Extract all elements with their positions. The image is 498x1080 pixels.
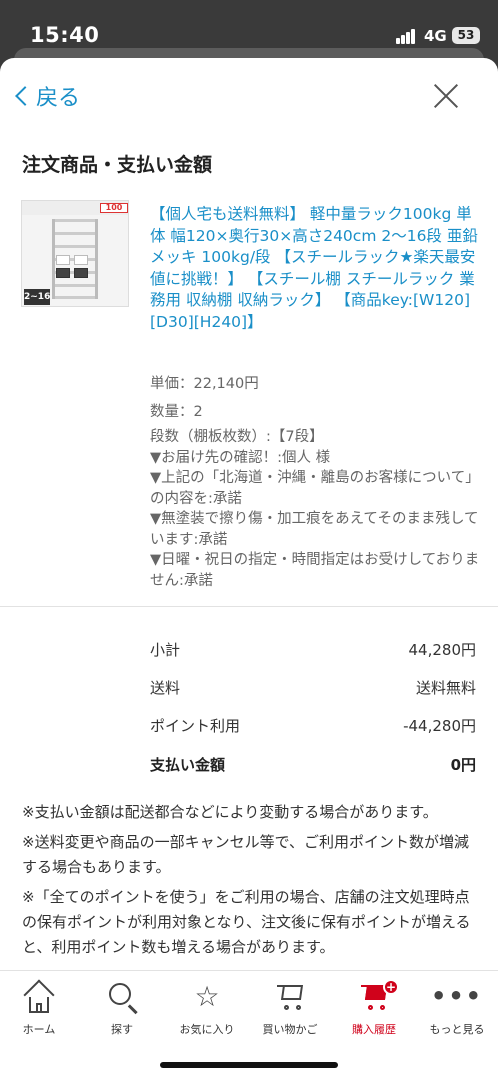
option-line: ▼お届け先の確認！:個人 様 — [150, 449, 331, 466]
search-icon — [109, 983, 131, 1005]
section-title: 注文商品・支払い金額 — [22, 154, 213, 176]
summary-label: ポイント利用 — [150, 717, 241, 735]
tab-label: 買い物かご — [262, 1023, 318, 1036]
tab-home[interactable]: ホーム — [8, 979, 70, 1037]
summary-row-total: 支払い金額 0円 — [150, 754, 476, 776]
order-detail-sheet: 戻る 注文商品・支払い金額 100 2~16段 【個人宅も送料無料】 軽中量ラッ… — [0, 58, 498, 1080]
note-text: ※「全てのポイントを使う」をご利用の場合、店舗の注文処理時点の保有ポイントが利用… — [22, 888, 471, 956]
more-icon: ••• — [430, 982, 484, 1010]
product-thumbnail[interactable]: 100 2~16段 — [21, 200, 129, 307]
product-title-link[interactable]: 【個人宅も送料無料】 軽中量ラック100kg 単体 幅120×奥行30×高さ24… — [150, 204, 480, 333]
summary-row-shipping: 送料 送料無料 — [150, 677, 476, 699]
summary-label: 支払い金額 — [150, 756, 226, 774]
status-time: 15:40 — [30, 23, 100, 47]
tab-purchase-history[interactable]: + 購入履歴 — [343, 979, 405, 1037]
tab-more[interactable]: ••• もっと見る — [426, 981, 488, 1037]
unit-price: 単価：22,140円 — [150, 376, 259, 392]
tab-label: 購入履歴 — [352, 1023, 396, 1036]
quantity: 数量：2 — [150, 404, 203, 420]
battery-icon: 53 — [452, 27, 480, 44]
divider — [0, 606, 498, 607]
summary-row-points: ポイント利用 -44,280円 — [150, 715, 476, 737]
product-details: 単価：22,140円 数量：2 段数（棚板枚数）:【7段】 ▼お届け先の確認！:… — [150, 374, 480, 591]
notes: ※支払い金額は配送都合などにより変動する場合があります。 ※送料変更や商品の一部… — [22, 800, 478, 965]
note-text: ※送料変更や商品の一部キャンセル等で、ご利用ポイント数が増減する場合もあります。 — [22, 833, 469, 876]
tab-label: お気に入り — [179, 1023, 235, 1036]
tab-search[interactable]: 探す — [91, 981, 153, 1037]
signal-icon — [396, 28, 416, 44]
back-button[interactable]: 戻る — [12, 80, 80, 112]
option-line: 段数（棚板枚数）:【7段】 — [150, 429, 324, 445]
star-icon: ☆ — [194, 980, 220, 1013]
option-line: ▼上記の「北海道・沖縄・離島のお客様について」の内容を:承諾 — [150, 470, 480, 507]
tab-favorites[interactable]: ☆ お気に入り — [176, 981, 238, 1037]
back-label: 戻る — [36, 86, 81, 111]
tab-label: ホーム — [22, 1023, 56, 1036]
tab-label: もっと見る — [429, 1023, 485, 1036]
option-line: ▼無塗装で擦り傷・加工痕をあえてそのまま残しています:承諾 — [150, 511, 479, 548]
summary-row-subtotal: 小計 44,280円 — [150, 639, 476, 661]
summary-label: 小計 — [150, 641, 181, 659]
home-icon — [23, 979, 55, 1013]
close-button[interactable] — [432, 82, 460, 110]
note-text: ※支払い金額は配送都合などにより変動する場合があります。 — [22, 803, 438, 821]
home-indicator — [160, 1062, 338, 1068]
tab-cart[interactable]: 買い物かご — [259, 981, 321, 1037]
purchase-history-icon: + — [361, 979, 399, 1011]
summary-value: 44,280円 — [408, 641, 477, 659]
summary-value: 0円 — [450, 756, 476, 774]
thumbnail-tag: 100 — [100, 203, 128, 213]
chevron-left-icon — [15, 86, 35, 106]
summary-label: 送料 — [150, 679, 181, 697]
tab-label: 探す — [111, 1023, 133, 1036]
cart-icon — [277, 985, 305, 1011]
summary-value: 送料無料 — [415, 679, 476, 697]
thumbnail-label: 2~16段 — [24, 289, 50, 305]
summary-value: -44,280円 — [403, 717, 476, 735]
network-type: 4G — [424, 27, 447, 45]
option-line: ▼日曜・祝日の指定・時間指定はお受けしておりません:承諾 — [150, 552, 480, 589]
